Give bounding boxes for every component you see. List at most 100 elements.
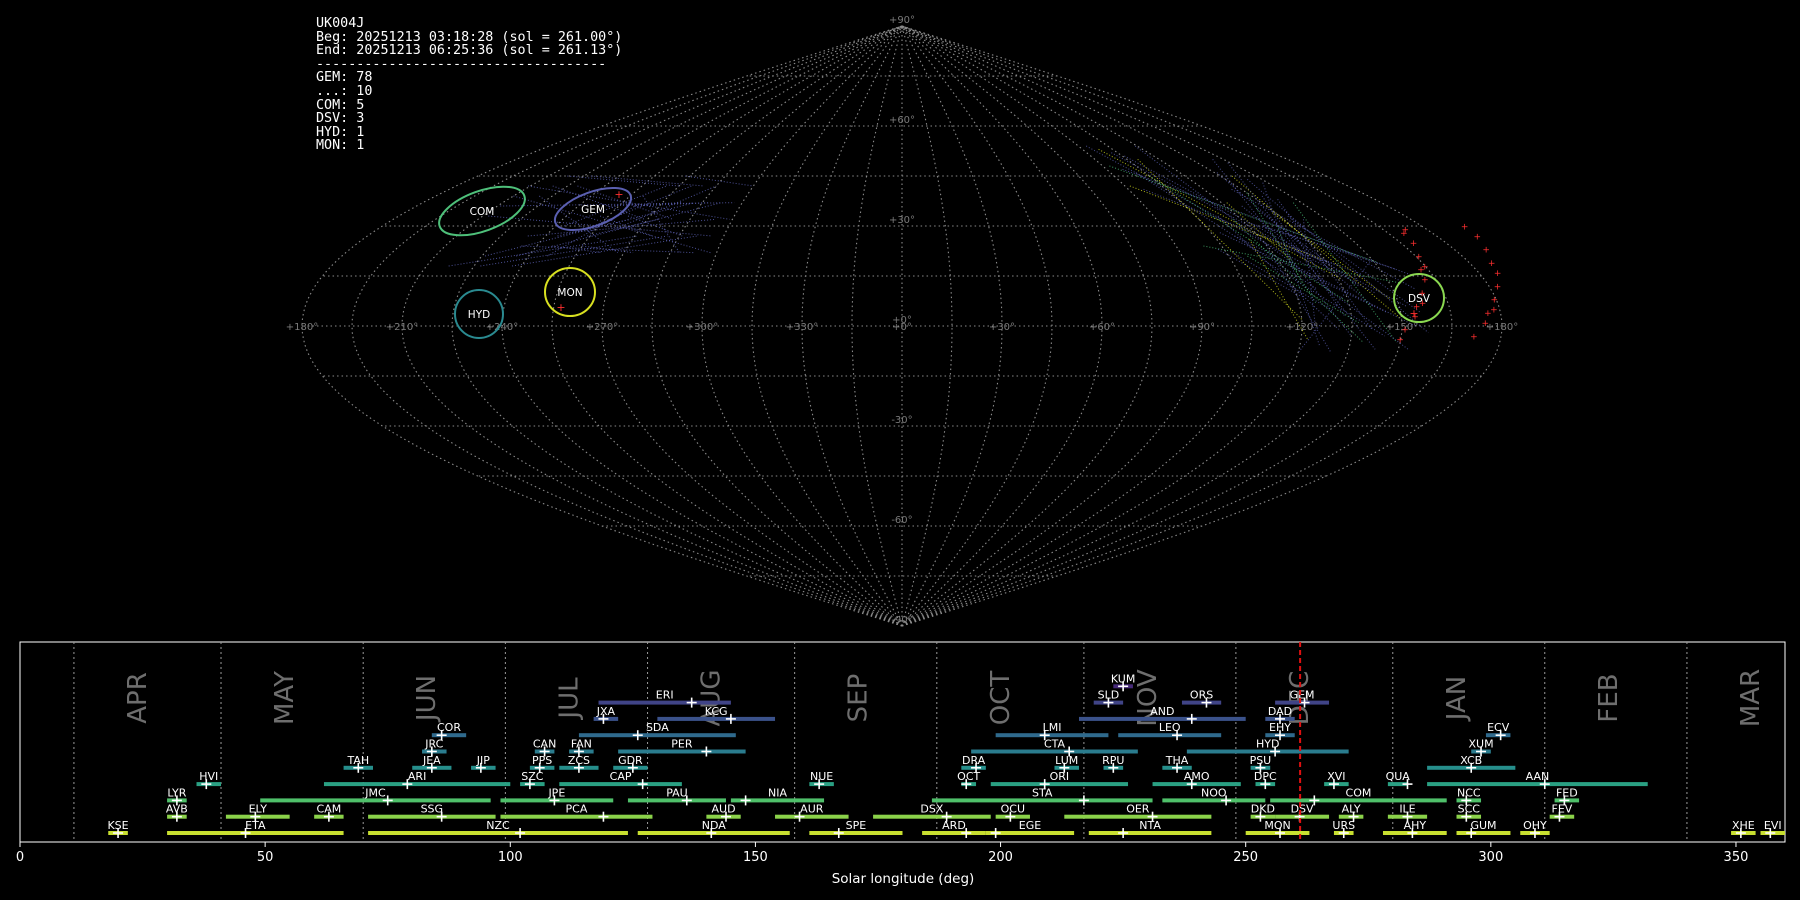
shower-label: ILE	[1399, 803, 1415, 816]
shower-label: CAM	[317, 803, 342, 816]
shower-label: COR	[437, 721, 461, 734]
shower-label: GDR	[618, 754, 643, 767]
shower-label: DKD	[1251, 803, 1275, 816]
shower-label: NZC	[486, 819, 510, 832]
shower-label: LEO	[1159, 721, 1181, 734]
shower-label: KCG	[705, 705, 728, 718]
x-tick-label: 50	[257, 850, 274, 865]
shower-label: EHY	[1269, 721, 1291, 734]
shower-label: AVB	[166, 803, 188, 816]
shower-label: NTA	[1139, 819, 1161, 832]
shower-label: CAN	[533, 738, 556, 751]
shower-label: SCC	[1458, 803, 1481, 816]
shower-label: LYR	[167, 786, 186, 799]
shower-label: QUA	[1386, 770, 1411, 783]
shower-label: GEM	[1290, 689, 1315, 702]
shower-label: ARD	[942, 819, 966, 832]
shower-label: SZC	[521, 770, 544, 783]
shower-label: FEV	[1552, 803, 1573, 816]
month-label: APR	[123, 672, 153, 724]
shower-label: KSE	[107, 819, 128, 832]
shower-label: XUM	[1468, 738, 1493, 751]
shower-label: XCB	[1460, 754, 1482, 767]
shower-label: PER	[671, 738, 693, 751]
shower-label: OCU	[1001, 803, 1025, 816]
shower-label: JMC	[364, 786, 386, 799]
month-label: JAN	[1442, 676, 1472, 722]
shower-label: ELY	[249, 803, 268, 816]
shower-label: NUE	[810, 770, 833, 783]
shower-label: URS	[1332, 819, 1355, 832]
shower-label: AUR	[800, 803, 824, 816]
shower-label: ORI	[1050, 770, 1070, 783]
shower-timeline-chart: Solar longitude (deg) APR MAY JUN JUL AUG SEP…	[16, 641, 1786, 887]
x-tick-label: 350	[1724, 850, 1749, 865]
shower-label: NOO	[1201, 786, 1227, 799]
shower-label: AUD	[712, 803, 736, 816]
shower-label: SDA	[646, 721, 669, 734]
shower-label: DPC	[1254, 770, 1277, 783]
shower-label: KUM	[1111, 672, 1135, 685]
shower-label: SSG	[421, 803, 444, 816]
shower-label: JXA	[596, 705, 616, 718]
shower-label: XVI	[1327, 770, 1345, 783]
shower-label: ETA	[245, 819, 266, 832]
month-label: SEP	[844, 674, 874, 723]
shower-label: OER	[1126, 803, 1150, 816]
x-tick-label: 150	[743, 850, 768, 865]
shower-label: AHY	[1404, 819, 1427, 832]
shower-label: HYD	[1256, 738, 1279, 751]
shower-label: JIP	[476, 754, 490, 767]
shower-label: ALY	[1342, 803, 1361, 816]
shower-label: NDA	[702, 819, 727, 832]
shower-label: JEA	[422, 754, 441, 767]
shower-label: ZCS	[568, 754, 590, 767]
shower-label: NIA	[768, 786, 787, 799]
shower-label: XHE	[1732, 819, 1755, 832]
shower-label: GUM	[1470, 819, 1496, 832]
month-label: OCT	[986, 671, 1016, 726]
shower-label: MON	[1264, 819, 1290, 832]
shower-label: AND	[1150, 705, 1174, 718]
month-label: JUL	[554, 677, 584, 721]
shower-label: ECV	[1487, 721, 1510, 734]
shower-label: FED	[1556, 786, 1578, 799]
shower-label: JPE	[547, 786, 565, 799]
shower-label: COM	[1346, 786, 1372, 799]
shower-label: ORS	[1190, 689, 1213, 702]
shower-label: SPE	[846, 819, 867, 832]
x-tick-label: 100	[498, 850, 523, 865]
shower-label: DSV	[1291, 803, 1314, 816]
shower-label: OCT	[957, 770, 980, 783]
shower-label: RPU	[1102, 754, 1124, 767]
x-tick-label: 300	[1478, 850, 1503, 865]
month-label: FEB	[1594, 673, 1624, 722]
shower-label: PAU	[666, 786, 688, 799]
x-tick-label: 0	[16, 850, 24, 865]
shower-label: DRA	[962, 754, 986, 767]
shower-label: DSX	[920, 803, 943, 816]
month-label: MAY	[270, 671, 300, 725]
month-label: JUN	[412, 675, 442, 723]
shower-label: CTA	[1044, 738, 1066, 751]
shower-label: ARI	[408, 770, 426, 783]
shower-label: LUM	[1055, 754, 1078, 767]
x-tick-label: 200	[988, 850, 1013, 865]
month-label: MAR	[1736, 669, 1766, 727]
x-axis-label: Solar longitude (deg)	[832, 871, 975, 887]
shower-label: STA	[1032, 786, 1053, 799]
shower-label: AMO	[1184, 770, 1210, 783]
shower-label: HVI	[199, 770, 218, 783]
shower-label: PPS	[532, 754, 552, 767]
shower-label: JRC	[424, 738, 443, 751]
shower-label: OHY	[1523, 819, 1547, 832]
shower-label: SLD	[1098, 689, 1120, 702]
shower-label: AAN	[1526, 770, 1550, 783]
shower-label: PCA	[566, 803, 588, 816]
x-tick-label: 250	[1233, 850, 1258, 865]
shower-label: CAP	[610, 770, 632, 783]
shower-label: LMI	[1043, 721, 1062, 734]
shower-label: PSU	[1250, 754, 1272, 767]
shower-label: THA	[1165, 754, 1189, 767]
shower-label: EGE	[1019, 819, 1041, 832]
